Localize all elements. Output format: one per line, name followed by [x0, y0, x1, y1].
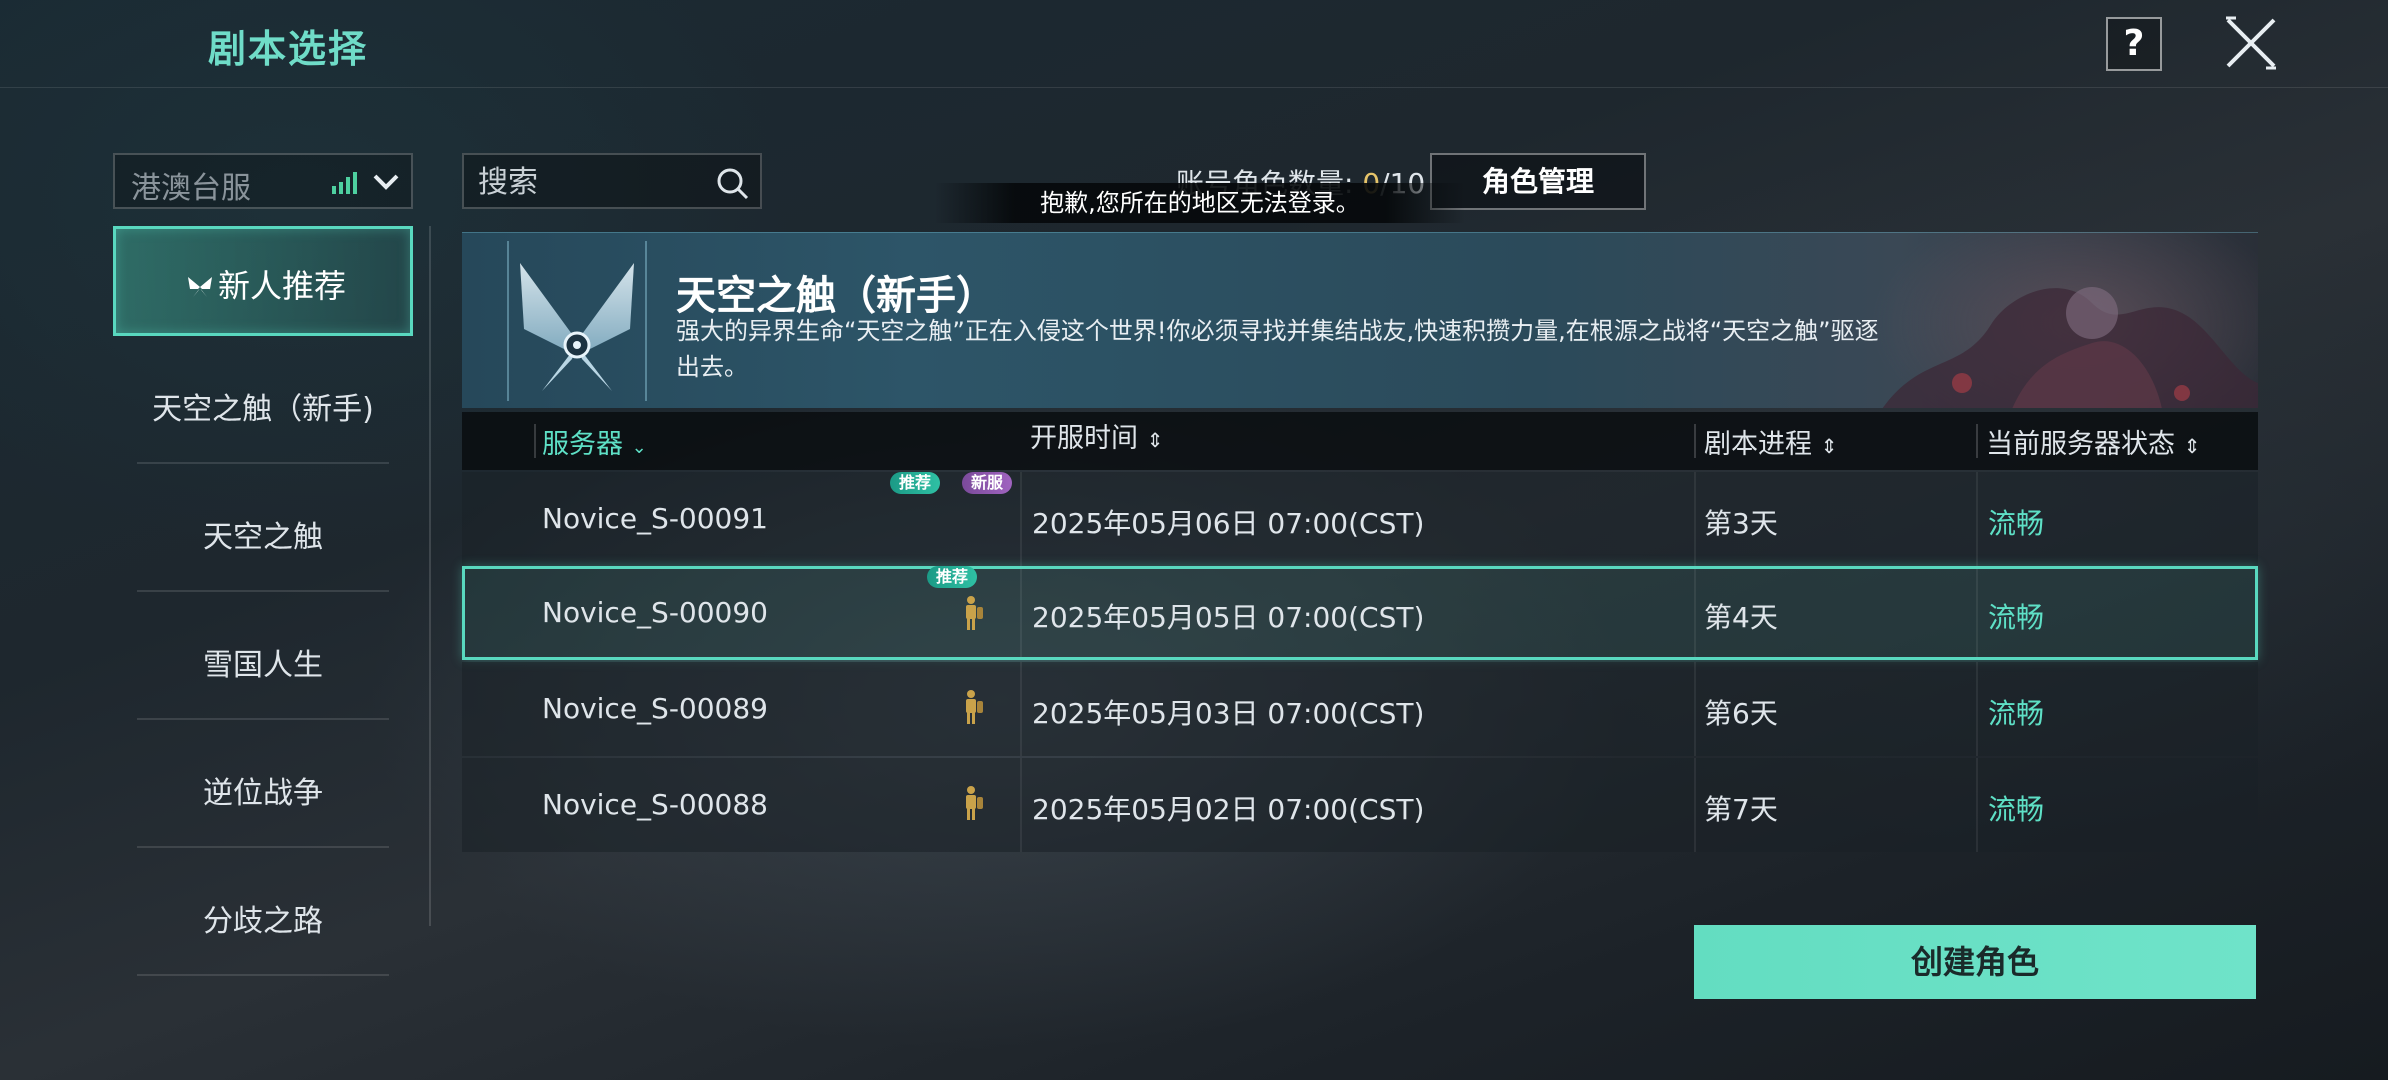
region-select[interactable]: 港澳台服	[113, 153, 413, 209]
recommend-badge: 推荐	[927, 566, 978, 588]
open-time: 2025年05月06日 07:00(CST)	[1032, 507, 1425, 540]
sidebar-divider	[429, 226, 431, 926]
server-status: 流畅	[1988, 601, 2045, 634]
banner-description: 强大的异界生命“天空之触”正在入侵这个世界!你必须寻找并集结战友,快速积攒力量,…	[676, 317, 1879, 381]
person-icon	[966, 690, 983, 724]
search-icon[interactable]	[716, 167, 750, 201]
column-server[interactable]: 服务器 ⌄	[542, 422, 647, 461]
table-header: 服务器 ⌄ 开服时间 ⇕ 剧本进程 ⇕ 当前服务器状态 ⇕	[462, 412, 2258, 470]
server-status: 流畅	[1988, 793, 2045, 826]
server-status: 流畅	[1988, 697, 2045, 730]
sidebar-item-divergent-path[interactable]: 分歧之路	[137, 848, 389, 976]
signal-icon	[332, 172, 357, 194]
new-server-badge: 新服	[962, 472, 1013, 494]
table-row[interactable]: Novice_S-00088 2025年05月02日 07:00(CST) 第7…	[462, 758, 2258, 852]
scenario-banner: 天空之触（新手） 强大的异界生命“天空之触”正在入侵这个世界!你必须寻找并集结战…	[462, 232, 2258, 408]
butterfly-emblem-icon	[507, 241, 647, 401]
server-name: Novice_S-00091	[542, 502, 768, 535]
sidebar-item-skytouch[interactable]: 天空之触	[137, 464, 389, 592]
progress: 第6天	[1704, 697, 1778, 730]
header-divider	[0, 87, 2388, 88]
table-row[interactable]: Novice_S-00089 2025年05月03日 07:00(CST) 第6…	[462, 662, 2258, 756]
sidebar-item-label: 新人推荐	[116, 261, 416, 307]
column-progress[interactable]: 剧本进程 ⇕	[1704, 422, 1837, 461]
table-row-selected[interactable]: Novice_S-00090 推荐 2025年05月05日 07:00(CST)…	[462, 566, 2258, 660]
progress: 第7天	[1704, 793, 1778, 826]
chevron-down-icon	[373, 174, 399, 190]
open-time: 2025年05月05日 07:00(CST)	[1032, 601, 1425, 634]
search-box[interactable]	[462, 153, 762, 209]
progress: 第3天	[1704, 507, 1778, 540]
server-name: Novice_S-00089	[542, 692, 768, 725]
region-label: 港澳台服	[131, 171, 251, 206]
sidebar-item-newbie[interactable]: 新人推荐	[113, 226, 413, 336]
server-name: Novice_S-00090	[542, 596, 768, 629]
creature-art	[1882, 287, 2258, 408]
column-open-time[interactable]: 开服时间 ⇕	[1030, 416, 1163, 455]
close-button[interactable]	[2222, 14, 2280, 72]
person-icon	[966, 786, 983, 820]
progress: 第4天	[1704, 601, 1778, 634]
open-time: 2025年05月03日 07:00(CST)	[1032, 697, 1425, 730]
close-icon	[2226, 16, 2276, 70]
column-status[interactable]: 当前服务器状态 ⇕	[1986, 422, 2200, 461]
open-time: 2025年05月02日 07:00(CST)	[1032, 793, 1425, 826]
table-row[interactable]: Novice_S-00091 推荐 新服 2025年05月06日 07:00(C…	[462, 472, 2258, 566]
butterfly-icon	[187, 277, 212, 297]
server-status: 流畅	[1988, 507, 2045, 540]
page-title: 剧本选择	[208, 27, 369, 71]
help-button[interactable]: ?	[2106, 17, 2162, 71]
region-error-toast: 抱歉,您所在的地区无法登录。	[935, 183, 1465, 223]
create-character-button[interactable]: 创建角色	[1694, 925, 2256, 999]
sidebar-item-skytouch-newbie[interactable]: 天空之触（新手)	[137, 336, 389, 464]
search-input[interactable]	[478, 161, 708, 203]
sidebar-item-inverse-war[interactable]: 逆位战争	[137, 720, 389, 848]
person-icon	[966, 596, 983, 630]
server-name: Novice_S-00088	[542, 788, 768, 821]
sidebar-item-snow-country[interactable]: 雪国人生	[137, 592, 389, 720]
recommend-badge: 推荐	[890, 472, 941, 494]
